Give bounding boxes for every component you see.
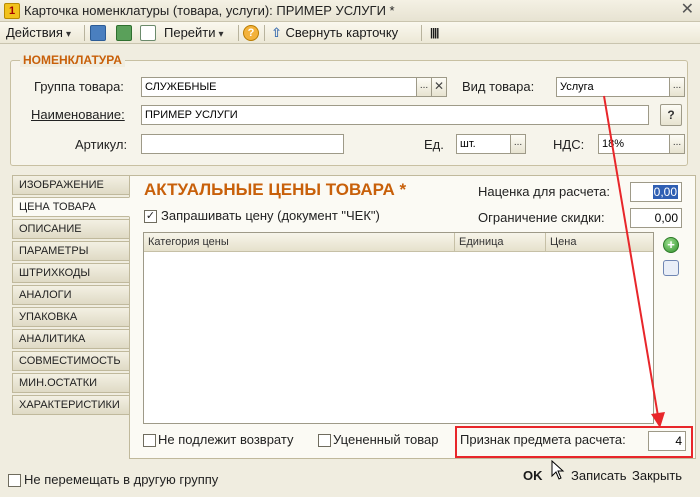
tab-description[interactable]: ОПИСАНИЕ: [12, 219, 130, 239]
tab-min-stock[interactable]: МИН.ОСТАТКИ: [12, 373, 130, 393]
vat-label: НДС:: [553, 137, 585, 152]
window-title: Карточка номенклатуры (товара, услуги): …: [24, 3, 395, 18]
kind-select-button[interactable]: ...: [669, 77, 685, 97]
discounted-label: Уцененный товар: [333, 432, 439, 447]
refresh-icon[interactable]: [116, 25, 132, 41]
tab-image[interactable]: ИЗОБРАЖЕНИЕ: [12, 175, 130, 195]
highlight-box: [455, 426, 693, 458]
toolbar-separator: [264, 25, 265, 41]
help-icon[interactable]: ?: [243, 25, 259, 41]
barcode-icon[interactable]: ||||: [430, 24, 439, 42]
close-icon[interactable]: ✕: [681, 2, 694, 18]
toolbar-separator: [84, 25, 85, 41]
collapse-card-button[interactable]: ⇧ Свернуть карточку: [271, 24, 398, 42]
price-section-title: АКТУАЛЬНЫЕ ЦЕНЫ ТОВАРА *: [144, 180, 407, 199]
ask-price-checkbox[interactable]: ✓: [144, 210, 157, 223]
group-select-button[interactable]: ...: [416, 77, 432, 97]
group-clear-icon[interactable]: ✕: [431, 77, 447, 97]
markup-label: Наценка для расчета:: [478, 184, 610, 199]
tab-analytics[interactable]: АНАЛИТИКА: [12, 329, 130, 349]
magnifier-icon[interactable]: [663, 260, 679, 276]
kind-label: Вид товара:: [462, 79, 535, 94]
app-icon: 1: [4, 3, 20, 19]
name-label[interactable]: Наименование:: [31, 107, 125, 122]
toolbar-separator: [421, 25, 422, 41]
name-help-button[interactable]: ?: [660, 104, 682, 126]
markup-value: 0,00: [652, 185, 678, 199]
nomenclature-group-title: НОМЕНКЛАТУРА: [20, 53, 125, 67]
column-price-category[interactable]: Категория цены: [144, 233, 455, 252]
discounted-checkbox[interactable]: [318, 434, 331, 447]
discount-label: Ограничение скидки:: [478, 210, 605, 225]
actions-label: Действия: [6, 25, 63, 40]
no-return-checkbox[interactable]: [143, 434, 156, 447]
no-move-checkbox[interactable]: [8, 474, 21, 487]
group-label: Группа товара:: [34, 79, 124, 94]
article-field[interactable]: [141, 134, 344, 154]
group-field[interactable]: СЛУЖЕБНЫЕ: [141, 77, 417, 97]
kind-field[interactable]: Услуга: [556, 77, 670, 97]
title-bar: 1 Карточка номенклатуры (товара, услуги)…: [0, 0, 700, 22]
tab-packaging[interactable]: УПАКОВКА: [12, 307, 130, 327]
ok-button[interactable]: OK: [523, 468, 543, 483]
close-button[interactable]: Закрыть: [632, 468, 682, 483]
arrow-up-icon: ⇧: [271, 25, 282, 40]
toolbar: Действия Перейти ? ⇧ Свернуть карточку |…: [0, 22, 700, 44]
goto-label: Перейти: [164, 25, 216, 40]
mouse-cursor-icon: [551, 460, 565, 480]
unit-field[interactable]: шт.: [456, 134, 511, 154]
save-button[interactable]: Записать: [571, 468, 627, 483]
tab-analogs[interactable]: АНАЛОГИ: [12, 285, 130, 305]
article-label: Артикул:: [75, 137, 128, 152]
unit-label: Ед.: [424, 137, 444, 152]
ask-price-label: Запрашивать цену (документ "ЧЕК"): [161, 208, 380, 223]
goto-menu-button[interactable]: Перейти: [164, 24, 224, 42]
collapse-label: Свернуть карточку: [285, 25, 399, 40]
tab-price[interactable]: ЦЕНА ТОВАРА: [12, 197, 130, 217]
tab-parameters[interactable]: ПАРАМЕТРЫ: [12, 241, 130, 261]
save-close-icon[interactable]: [90, 25, 106, 41]
no-move-label: Не перемещать в другую группу: [24, 472, 219, 487]
discount-field[interactable]: 0,00: [630, 208, 682, 228]
vat-select-button[interactable]: ...: [669, 134, 685, 154]
tab-characteristics[interactable]: ХАРАКТЕРИСТИКИ: [12, 395, 130, 415]
prices-table[interactable]: Категория цены Единица Цена: [143, 232, 654, 424]
vat-field[interactable]: 18%: [598, 134, 670, 154]
actions-menu-button[interactable]: Действия: [6, 24, 71, 42]
no-return-label: Не подлежит возврату: [158, 432, 294, 447]
copy-icon[interactable]: [140, 25, 156, 41]
markup-field[interactable]: 0,00: [630, 182, 682, 202]
add-icon[interactable]: +: [663, 237, 679, 253]
toolbar-separator: [238, 25, 239, 41]
column-price[interactable]: Цена: [546, 233, 653, 252]
tab-barcodes[interactable]: ШТРИХКОДЫ: [12, 263, 130, 283]
tab-compatibility[interactable]: СОВМЕСТИМОСТЬ: [12, 351, 130, 371]
unit-select-button[interactable]: ...: [510, 134, 526, 154]
column-unit[interactable]: Единица: [455, 233, 546, 252]
name-field[interactable]: ПРИМЕР УСЛУГИ: [141, 105, 649, 125]
